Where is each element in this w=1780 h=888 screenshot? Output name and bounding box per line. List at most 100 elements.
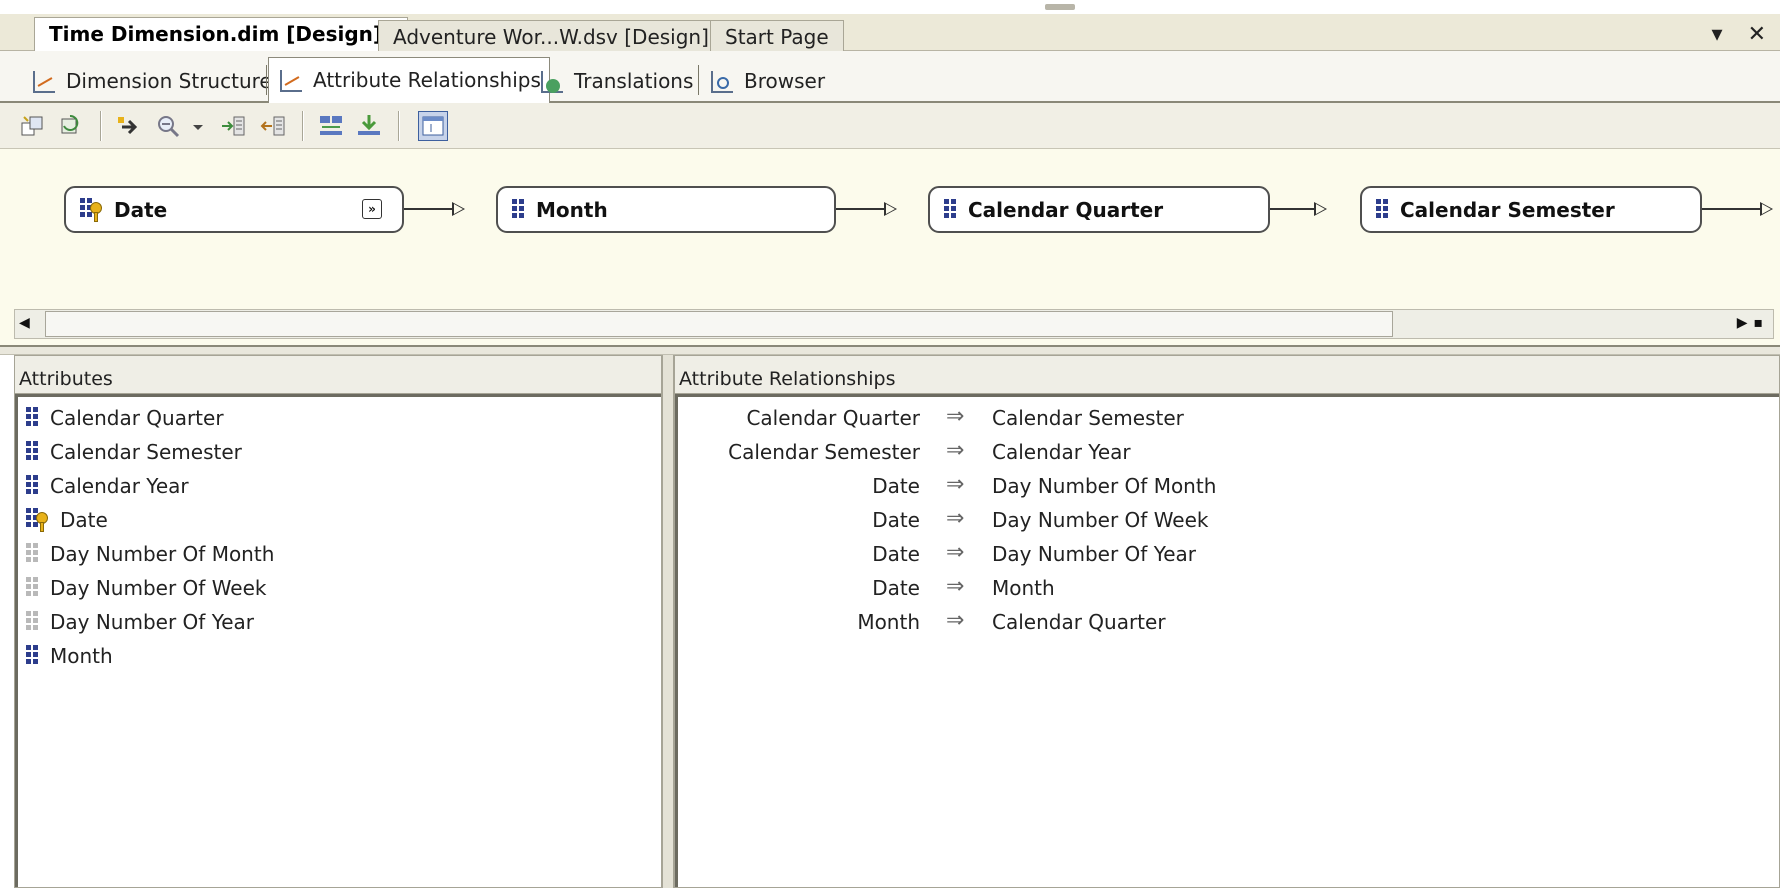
scrollbar-thumb[interactable] xyxy=(45,311,1393,337)
disabled-attribute-icon xyxy=(26,577,40,599)
fit-to-window-icon[interactable] xyxy=(356,113,382,139)
show-list-views-icon[interactable] xyxy=(418,111,448,141)
relationship-connector[interactable] xyxy=(836,208,884,210)
window-dropdown-icon[interactable]: ▾ xyxy=(1712,22,1723,47)
attribute-list-item[interactable]: Day Number Of Week xyxy=(26,571,661,605)
node-label: Calendar Semester xyxy=(1400,197,1615,222)
attribute-icon xyxy=(26,407,40,429)
relationship-arrow-icon: ⇒ xyxy=(946,608,965,633)
arrange-icon[interactable] xyxy=(318,113,344,139)
attribute-icon xyxy=(26,645,40,667)
tab-adventure-works-dsv[interactable]: Adventure Wor...W.dsv [Design] xyxy=(378,20,724,51)
attribute-list-item[interactable]: Calendar Year xyxy=(26,469,661,503)
attribute-relationships-icon xyxy=(277,68,303,94)
attribute-icon xyxy=(26,441,40,463)
relationship-source: Date xyxy=(872,542,920,566)
attribute-label: Day Number Of Year xyxy=(50,610,255,634)
tab-dimension-structure[interactable]: Dimension Structure xyxy=(22,59,280,99)
relationship-row[interactable]: Date ⇒ Day Number Of Year xyxy=(678,535,1779,569)
key-attribute-icon xyxy=(80,197,104,222)
tab-separator xyxy=(266,65,267,95)
attribute-list-item[interactable]: Calendar Semester xyxy=(26,435,661,469)
relationship-source: Calendar Semester xyxy=(728,440,920,464)
node-label: Calendar Quarter xyxy=(968,197,1164,222)
attribute-icon xyxy=(26,475,40,497)
new-attribute-relationship-icon[interactable] xyxy=(20,113,46,139)
node-label: Date xyxy=(114,197,168,222)
tab-translations[interactable]: Translations xyxy=(530,59,701,99)
attribute-label: Date xyxy=(60,508,108,532)
relationship-target: Day Number Of Year xyxy=(992,542,1197,566)
relationship-arrow-icon xyxy=(1760,202,1773,216)
relationship-arrow-icon xyxy=(452,202,465,216)
attribute-label: Calendar Semester xyxy=(50,440,242,464)
vertical-splitter[interactable] xyxy=(662,355,674,888)
relationship-source: Month xyxy=(857,610,920,634)
attribute-list-item[interactable]: Day Number Of Year xyxy=(26,605,661,639)
diagram-node-month[interactable]: Month xyxy=(496,186,836,233)
attribute-list-item[interactable]: Month xyxy=(26,639,661,673)
designer-toolbar xyxy=(0,103,1780,149)
tab-separator xyxy=(698,65,699,95)
splitter-grip[interactable] xyxy=(1045,4,1075,10)
tab-start-page[interactable]: Start Page xyxy=(710,20,844,51)
relationship-connector[interactable] xyxy=(1270,208,1314,210)
designer-tab-bar: Dimension Structure Attribute Relationsh… xyxy=(0,51,1780,103)
attribute-icon xyxy=(944,198,958,221)
toolbar-separator xyxy=(100,111,102,141)
horizontal-splitter[interactable] xyxy=(0,345,1780,355)
relationship-connector[interactable] xyxy=(1702,208,1760,210)
translations-icon xyxy=(538,69,564,95)
scroll-right-icon[interactable]: ▶▪ xyxy=(1737,315,1769,331)
relationship-arrow-icon: ⇒ xyxy=(946,472,965,497)
tab-attribute-relationships[interactable]: Attribute Relationships xyxy=(268,57,550,103)
attribute-list-item[interactable]: Day Number Of Month xyxy=(26,537,661,571)
tab-label: Browser xyxy=(744,69,826,93)
relationship-arrow-icon: ⇒ xyxy=(946,506,965,531)
document-window-controls: ▾ ✕ xyxy=(1694,22,1766,47)
relationship-row[interactable]: Month ⇒ Calendar Quarter xyxy=(678,603,1779,637)
zoom-dropdown-icon[interactable] xyxy=(190,113,206,139)
arrow-right-icon[interactable] xyxy=(116,113,142,139)
attribute-list-item[interactable]: Date xyxy=(26,503,661,537)
relationship-row[interactable]: Calendar Semester ⇒ Calendar Year xyxy=(678,433,1779,467)
new-attribute-icon[interactable] xyxy=(58,113,84,139)
close-icon[interactable]: ✕ xyxy=(1748,22,1766,47)
relationship-row[interactable]: Date ⇒ Day Number Of Month xyxy=(678,467,1779,501)
relationship-connector[interactable] xyxy=(404,208,452,210)
diagram-node-calendar-semester[interactable]: Calendar Semester xyxy=(1360,186,1702,233)
relationship-target: Month xyxy=(992,576,1055,600)
relationship-arrow-icon: ⇒ xyxy=(946,574,965,599)
relationship-row[interactable]: Date ⇒ Day Number Of Week xyxy=(678,501,1779,535)
attribute-list-item[interactable]: Calendar Quarter xyxy=(26,401,661,435)
scroll-left-icon[interactable]: ◀ xyxy=(19,315,30,331)
diagram-node-date[interactable]: Date » xyxy=(64,186,404,233)
expand-all-icon[interactable] xyxy=(220,113,246,139)
attribute-label: Calendar Quarter xyxy=(50,406,224,430)
relationship-source: Date xyxy=(872,474,920,498)
relationship-source: Date xyxy=(872,576,920,600)
attributes-list: Calendar Quarter Calendar Semester Calenda… xyxy=(18,397,661,673)
attribute-label: Day Number Of Month xyxy=(50,542,275,566)
diagram-horizontal-scrollbar[interactable]: ◀ ▶▪ xyxy=(14,309,1774,339)
relationship-arrow-icon: ⇒ xyxy=(946,540,965,565)
expand-icon[interactable]: » xyxy=(362,199,382,219)
tab-browser[interactable]: Browser xyxy=(700,59,833,99)
tab-label: Attribute Relationships xyxy=(313,68,541,92)
relationships-list: Calendar Quarter ⇒ Calendar Semester Calend… xyxy=(678,399,1779,637)
relationships-list-body: Calendar Quarter ⇒ Calendar Semester Calend… xyxy=(675,394,1779,887)
collapse-all-icon[interactable] xyxy=(260,113,286,139)
relationship-row[interactable]: Date ⇒ Month xyxy=(678,569,1779,603)
relationship-row[interactable]: Calendar Quarter ⇒ Calendar Semester xyxy=(678,399,1779,433)
diagram-node-calendar-quarter[interactable]: Calendar Quarter xyxy=(928,186,1270,233)
attributes-pane-title: Attributes xyxy=(15,356,661,394)
relationship-target: Day Number Of Month xyxy=(992,474,1217,498)
attribute-icon xyxy=(512,198,526,221)
attribute-label: Calendar Year xyxy=(50,474,189,498)
relationships-pane-title: Attribute Relationships xyxy=(675,356,1779,394)
relationship-arrow-icon: ⇒ xyxy=(946,438,965,463)
tab-time-dimension[interactable]: Time Dimension.dim [Design]* xyxy=(34,17,408,52)
relationship-source: Calendar Quarter xyxy=(746,406,920,430)
zoom-icon[interactable] xyxy=(156,113,182,139)
relationship-arrow-icon xyxy=(884,202,897,216)
